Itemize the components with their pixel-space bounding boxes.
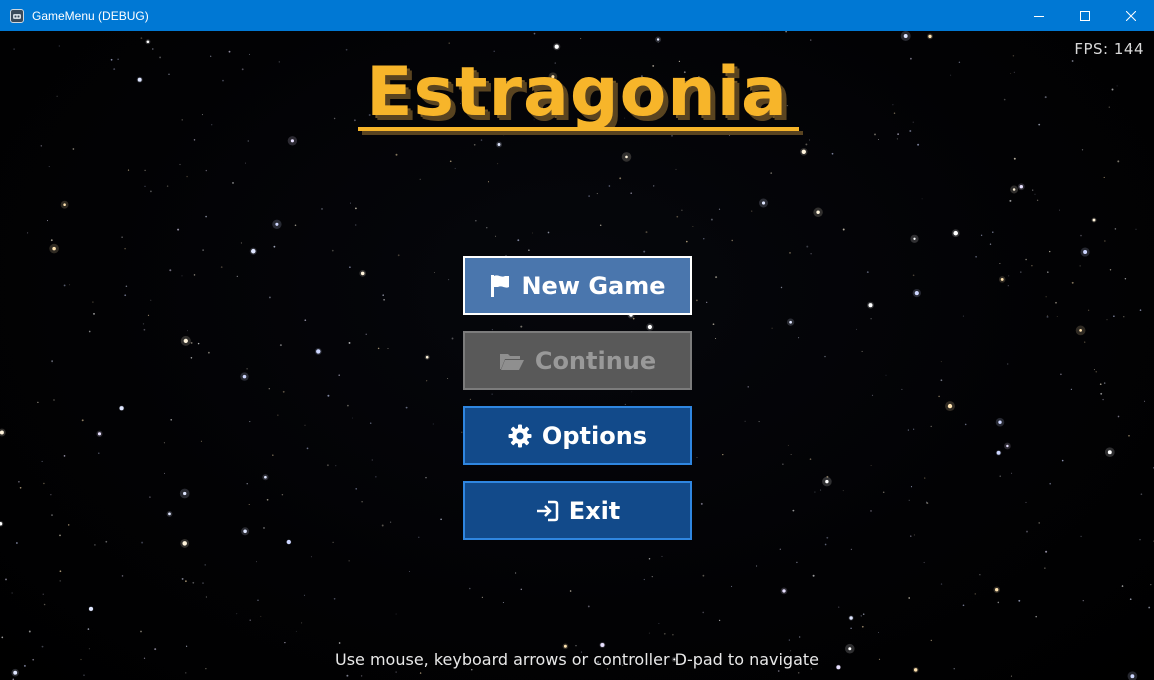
close-icon: [1126, 10, 1136, 21]
new-game-button[interactable]: New Game: [463, 256, 692, 315]
minimize-button[interactable]: [1016, 0, 1062, 31]
window-titlebar[interactable]: GameMenu (DEBUG): [0, 0, 1154, 31]
minimize-icon: [1034, 15, 1044, 17]
window-title: GameMenu (DEBUG): [32, 8, 149, 23]
window-controls: [1016, 0, 1154, 31]
new-game-label: New Game: [521, 271, 666, 300]
exit-label: Exit: [568, 496, 621, 525]
flag-icon: [491, 274, 510, 297]
gear-icon: [508, 424, 532, 447]
main-menu: New Game Continue Options Exit: [463, 256, 692, 556]
title-underline: [358, 127, 799, 131]
folder-open-icon: [499, 353, 524, 370]
continue-label: Continue: [534, 346, 657, 375]
game-title: Estragonia: [366, 53, 788, 132]
maximize-icon: [1080, 10, 1090, 21]
options-button[interactable]: Options: [463, 406, 692, 465]
app-icon: [10, 8, 24, 23]
exit-icon: [536, 500, 558, 521]
game-window: GameMenu (DEBUG) FPS: 144 Estragonia New…: [0, 0, 1154, 680]
options-label: Options: [541, 421, 648, 450]
navigation-hint: Use mouse, keyboard arrows or controller…: [334, 650, 819, 669]
close-button[interactable]: [1108, 0, 1154, 31]
continue-button[interactable]: Continue: [463, 331, 692, 390]
exit-button[interactable]: Exit: [463, 481, 692, 540]
game-viewport: FPS: 144 Estragonia New Game Continue Op…: [0, 31, 1154, 680]
maximize-button[interactable]: [1062, 0, 1108, 31]
